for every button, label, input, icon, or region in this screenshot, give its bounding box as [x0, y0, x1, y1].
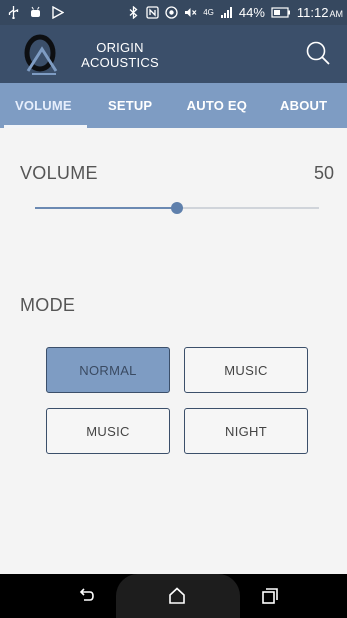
network-type: 4G: [203, 8, 214, 17]
search-icon[interactable]: [304, 40, 332, 68]
brand-line1: ORIGIN: [96, 40, 144, 55]
mode-night-button[interactable]: NIGHT: [184, 408, 308, 454]
tab-bar: VOLUME SETUP AUTO EQ ABOUT: [0, 83, 347, 128]
volume-slider[interactable]: [35, 201, 319, 215]
navigation-bar: [0, 574, 347, 618]
mute-icon: [184, 6, 197, 19]
play-store-icon: [51, 5, 65, 20]
mode-normal-button[interactable]: NORMAL: [46, 347, 170, 393]
origin-acoustics-logo-icon: [22, 31, 62, 77]
recent-apps-icon[interactable]: [260, 586, 280, 606]
mode-music-button-2[interactable]: MUSIC: [46, 408, 170, 454]
do-not-disturb-icon: [165, 6, 178, 19]
brand-name: ORIGIN ACOUSTICS: [78, 40, 162, 70]
tab-setup[interactable]: SETUP: [87, 83, 174, 128]
slider-fill: [35, 207, 177, 209]
tab-auto-eq[interactable]: AUTO EQ: [174, 83, 261, 128]
clock-time: 11:12: [296, 5, 329, 20]
home-icon[interactable]: [167, 586, 187, 606]
volume-panel: VOLUME 50 MODE NORMAL MUSIC MUSIC NIGHT: [0, 128, 347, 574]
slider-thumb[interactable]: [171, 202, 183, 214]
mode-label: MODE: [20, 295, 76, 315]
mode-music-button[interactable]: MUSIC: [184, 347, 308, 393]
battery-percent: 44%: [238, 5, 265, 20]
volume-value: 50: [313, 163, 334, 183]
status-bar: 4G 44% 11:12AM: [0, 0, 347, 25]
battery-icon: [271, 6, 291, 19]
clock: 11:12AM: [297, 5, 343, 20]
android-icon: [29, 6, 42, 19]
volume-label: VOLUME: [20, 163, 98, 183]
brand-line2: ACOUSTICS: [81, 55, 159, 70]
tab-about[interactable]: ABOUT: [260, 83, 347, 128]
app-header: ORIGIN ACOUSTICS: [0, 25, 347, 83]
tab-volume[interactable]: VOLUME: [0, 83, 87, 128]
usb-icon: [7, 6, 20, 20]
app-screen: 4G 44% 11:12AM ORIGIN ACOUSTICS VOLUME S…: [0, 0, 347, 618]
nfc-icon: [146, 6, 159, 19]
bluetooth-icon: [127, 5, 140, 20]
signal-icon: [220, 6, 233, 19]
back-icon[interactable]: [76, 586, 96, 606]
clock-ampm: AM: [329, 9, 344, 19]
